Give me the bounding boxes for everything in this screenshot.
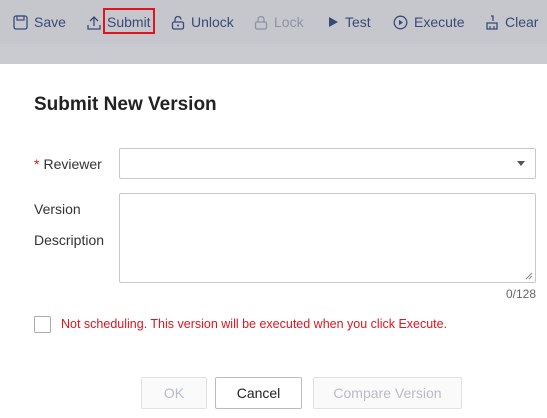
upload-icon [87,15,101,30]
description-label: Description [34,232,105,248]
clear-label: Clear [505,14,539,30]
not-scheduling-label: Not scheduling. This version will be exe… [61,317,448,331]
lock-button[interactable]: Lock [254,0,304,44]
dialog-title: Submit New Version [34,94,217,115]
reviewer-label-text: Reviewer [43,156,102,172]
clear-button[interactable]: Clear [485,0,538,44]
toolbar-shadow-strip [0,44,547,64]
compare-version-button[interactable]: Compare Version [313,377,462,409]
not-scheduling-checkbox[interactable] [34,316,51,333]
unlock-label: Unlock [191,14,234,30]
resize-handle-icon[interactable] [525,272,533,280]
cancel-button[interactable]: Cancel [215,377,302,409]
test-button[interactable]: Test [327,0,371,44]
broom-icon [486,14,498,30]
lock-label: Lock [274,14,304,30]
version-label: Version [34,201,81,217]
toolbar: Save Submit Unlock Lock Test Execute Cle… [0,0,547,44]
lock-icon [254,15,268,30]
version-description-textarea[interactable] [119,193,536,283]
reviewer-select[interactable] [119,148,536,179]
unlock-icon [171,15,185,30]
test-label: Test [345,14,371,30]
save-icon [13,14,28,30]
play-circle-icon [393,15,408,29]
character-counter: 0/128 [505,287,536,301]
execute-label: Execute [414,14,465,30]
save-label: Save [34,14,66,30]
play-icon [329,17,338,27]
reviewer-label: * Reviewer [34,156,102,172]
required-mark: * [34,156,40,172]
submit-highlight-box [103,8,155,34]
caret-down-icon [517,161,525,166]
save-button[interactable]: Save [13,0,66,44]
execute-button[interactable]: Execute [393,0,465,44]
ok-button[interactable]: OK [141,377,207,409]
unlock-button[interactable]: Unlock [171,0,234,44]
